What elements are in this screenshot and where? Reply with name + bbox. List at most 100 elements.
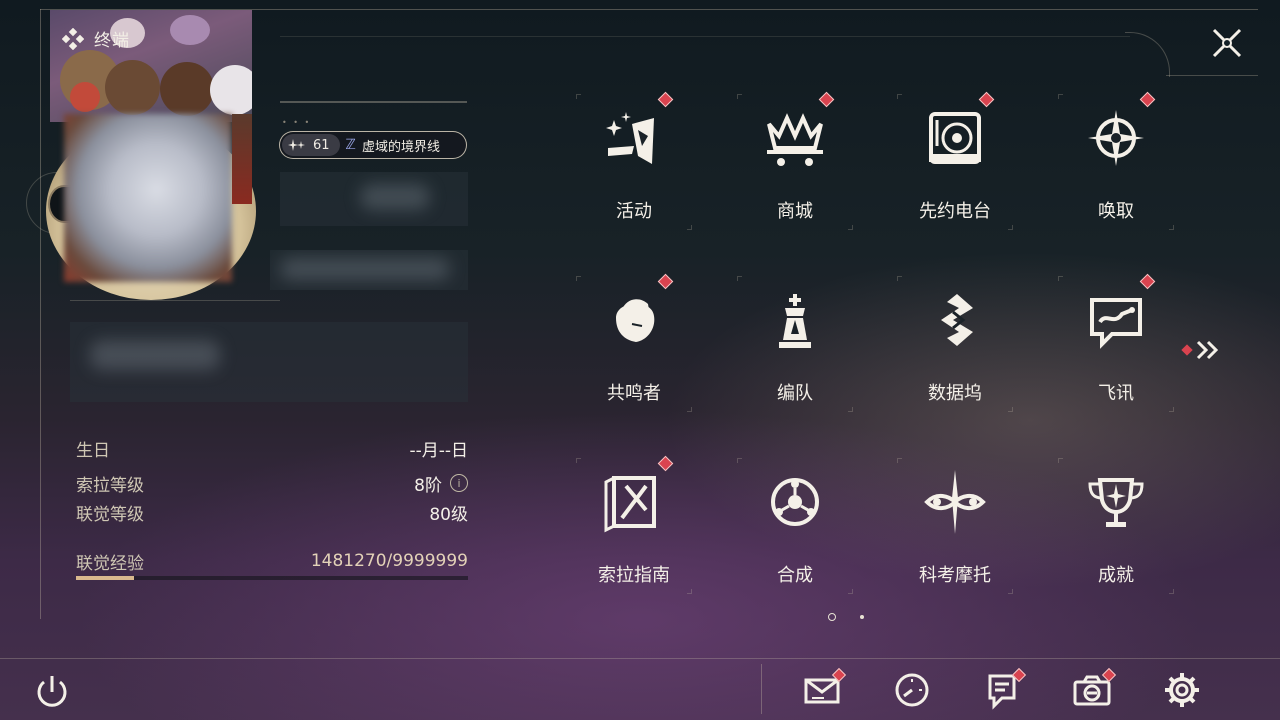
corner-mark (897, 276, 902, 281)
guide-book-icon (604, 476, 656, 533)
corner-mark (1058, 276, 1063, 281)
corner-mark (1008, 407, 1013, 412)
double-chevron-right-icon (1196, 340, 1219, 360)
menu-item-messages[interactable]: 飞讯 (1056, 273, 1176, 414)
menu-item-label: 飞讯 (1098, 383, 1134, 404)
level-realm-pill[interactable]: 61 ℤ 虚域的境界线 (279, 131, 467, 159)
notification-badge (978, 91, 995, 108)
activity-icon (606, 112, 654, 164)
notification-badge (657, 273, 674, 290)
stat-label: 联觉等级 (76, 504, 144, 525)
frame-right-line (1166, 75, 1258, 76)
stat-sola-level: 索拉等级 8阶 i (76, 471, 468, 496)
corner-mark (1008, 225, 1013, 230)
stat-label: 生日 (76, 440, 110, 461)
corner-mark (737, 458, 742, 463)
camera-button[interactable] (1072, 667, 1117, 710)
corner-mark (687, 589, 692, 594)
menu-item-label: 活动 (616, 201, 652, 222)
stat-union-exp: 联觉经验 1481270/9999999 (76, 549, 468, 574)
avatar[interactable] (64, 114, 232, 282)
chess-team-icon (779, 294, 811, 348)
signature-blurred[interactable] (70, 322, 468, 402)
menu-item-achievements[interactable]: 成就 (1056, 456, 1176, 596)
level-number: 61 (313, 137, 330, 153)
stat-value: --月--日 (409, 440, 468, 461)
corner-mark (848, 225, 853, 230)
power-icon[interactable] (32, 672, 72, 712)
stat-value: 1481270/9999999 (310, 551, 468, 571)
page-indicator (828, 613, 864, 621)
shop-crown-cart-icon (767, 113, 823, 166)
corner-mark (576, 458, 581, 463)
menu-item-label: 合成 (777, 565, 813, 586)
stat-value-wrap: 8阶 i (414, 471, 468, 496)
menu-item-radio[interactable]: 先约电台 (895, 91, 1015, 232)
menu-item-label: 索拉指南 (598, 565, 670, 586)
corner-mark (848, 407, 853, 412)
menu-item-activity[interactable]: 活动 (574, 91, 694, 232)
corner-mark (848, 589, 853, 594)
profile-separator (70, 300, 280, 301)
close-icon[interactable] (1208, 24, 1246, 62)
exp-progress-bar (76, 576, 468, 580)
menu-item-motorbike[interactable]: 科考摩托 (895, 456, 1015, 596)
menu-item-team[interactable]: 编队 (735, 274, 855, 414)
terminal-diamond-icon (62, 27, 84, 50)
menu-item-summon[interactable]: 唤取 (1056, 91, 1176, 232)
notice-button[interactable] (982, 667, 1027, 710)
level-badge: 61 (282, 134, 340, 156)
corner-mark (576, 276, 581, 281)
menu-item-resonators[interactable]: 共鸣者 (574, 273, 694, 414)
clock-icon (895, 673, 929, 707)
synthesis-icon (771, 478, 819, 526)
corner-mark (737, 276, 742, 281)
bottom-bar-line (0, 658, 1280, 659)
menu-item-label: 先约电台 (919, 201, 991, 222)
motorbike-icon (924, 470, 986, 534)
menu-item-shop[interactable]: 商城 (735, 91, 855, 232)
stat-union-level: 联觉等级 80级 (76, 500, 468, 525)
corner-mark (1169, 407, 1174, 412)
menu-item-label: 科考摩托 (919, 565, 991, 586)
stat-birthday: 生日 --月--日 (76, 436, 468, 461)
page-dot-active[interactable] (828, 613, 836, 621)
exp-progress-fill (76, 576, 135, 580)
avatar-side-art (232, 114, 252, 204)
player-name-blurred (280, 172, 468, 226)
radio-turntable-icon (929, 112, 981, 164)
notification-badge (818, 91, 835, 108)
menu-item-data-dock[interactable]: 数据坞 (895, 274, 1015, 414)
settings-button[interactable] (1162, 670, 1206, 710)
page-header: 终端 (62, 26, 130, 51)
notification-badge (657, 455, 674, 472)
corner-mark (1058, 94, 1063, 99)
menu-item-guide[interactable]: 索拉指南 (574, 455, 694, 596)
frame-left-line (40, 9, 41, 619)
info-icon[interactable]: i (450, 474, 468, 492)
next-page-button[interactable] (1180, 340, 1222, 360)
stat-label: 索拉等级 (76, 475, 144, 496)
trophy-icon (1088, 478, 1144, 527)
corner-mark (737, 94, 742, 99)
menu-item-label: 共鸣者 (607, 383, 661, 404)
stat-value: 8阶 (414, 475, 442, 496)
frame-corner-curve (1125, 32, 1170, 77)
corner-mark (1169, 225, 1174, 230)
menu-item-label: 唤取 (1098, 201, 1134, 222)
notification-badge (1181, 344, 1193, 356)
clock-button[interactable] (892, 670, 936, 710)
menu-item-synthesis[interactable]: 合成 (735, 456, 855, 596)
realm-name: 虚域的境界线 (361, 139, 440, 155)
corner-mark (687, 407, 692, 412)
stat-label: 联觉经验 (76, 553, 144, 574)
page-title: 终端 (94, 31, 130, 51)
character-portrait-icon (616, 299, 655, 342)
mail-button[interactable] (802, 667, 847, 710)
page-dot[interactable] (860, 615, 864, 619)
sparkle-icon (288, 139, 305, 151)
corner-mark (1008, 589, 1013, 594)
notification-badge (657, 91, 674, 108)
decorative-dots: • • • (282, 118, 312, 127)
menu-item-label: 成就 (1098, 565, 1134, 586)
